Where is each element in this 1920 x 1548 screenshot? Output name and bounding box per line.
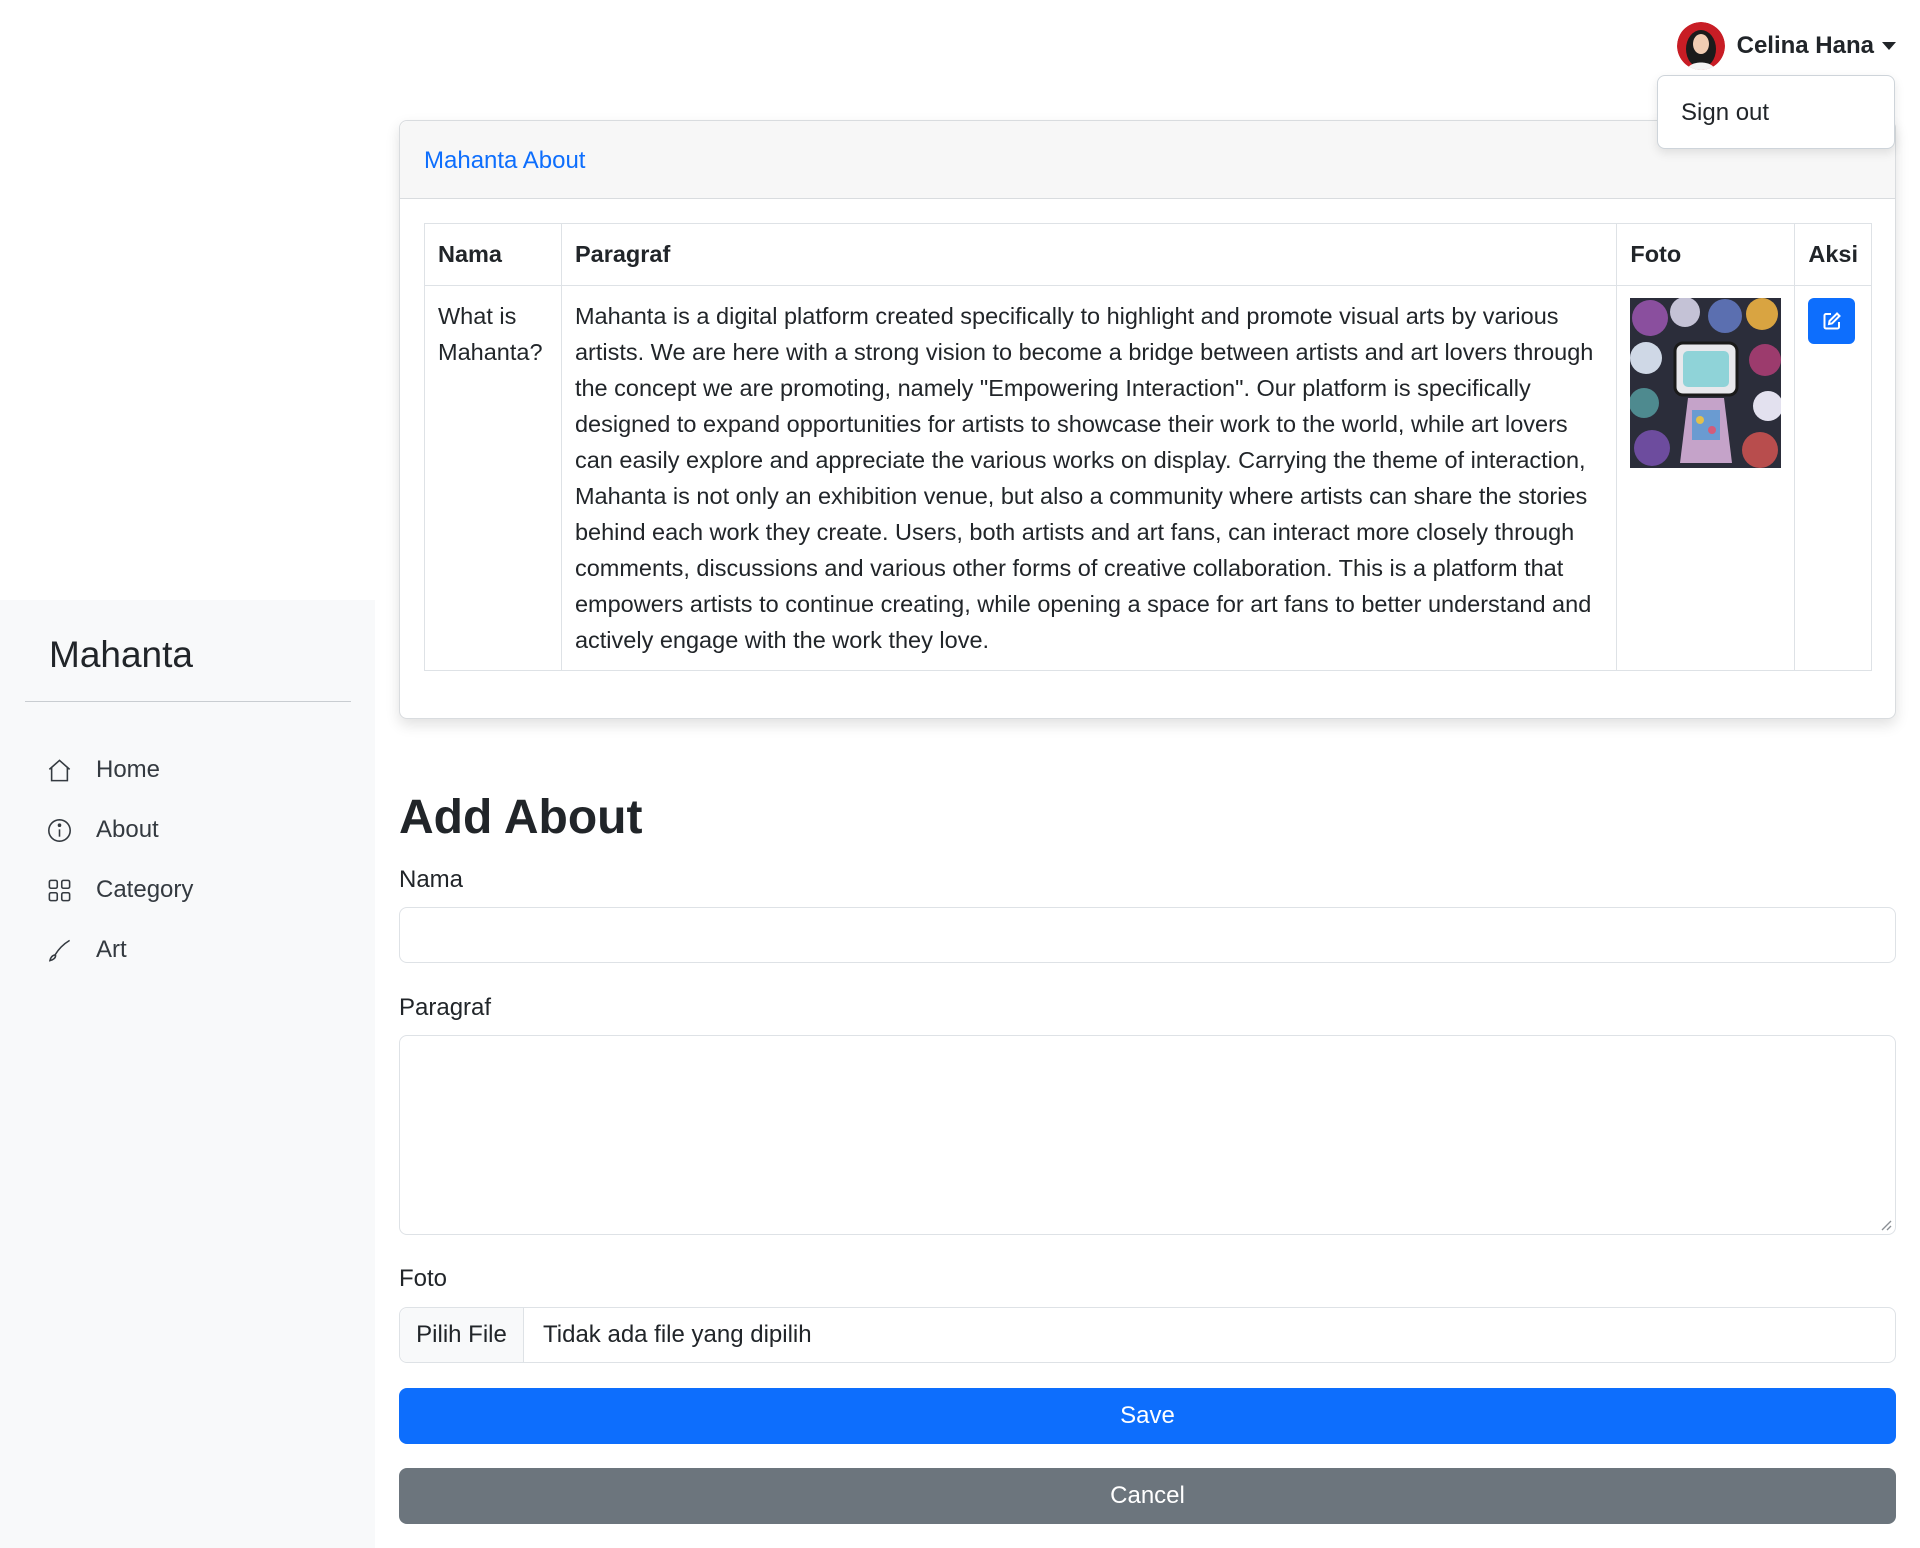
sign-out-link[interactable]: Sign out	[1681, 99, 1769, 127]
user-dropdown-menu: Sign out	[1657, 75, 1895, 149]
table-row: What is Mahanta? Mahanta is a digital pl…	[424, 285, 1872, 671]
column-header-nama: Nama	[424, 223, 562, 286]
foto-file-input[interactable]: Pilih File Tidak ada file yang dipilih	[399, 1307, 1896, 1363]
column-header-paragraf: Paragraf	[560, 223, 1618, 286]
about-table: Nama Paragraf Foto Aksi What is Mahanta?…	[424, 223, 1872, 671]
grid-icon	[48, 879, 71, 901]
brush-icon	[48, 939, 71, 962]
about-card: Mahanta About Nama Paragraf Foto Aksi Wh…	[399, 120, 1896, 719]
table-header-row: Nama Paragraf Foto Aksi	[424, 223, 1872, 286]
sidebar-nav: Home About Category Art	[46, 740, 193, 980]
edit-button[interactable]	[1808, 298, 1856, 344]
sidebar-item-label: Category	[96, 876, 194, 903]
sidebar: Mahanta Home About Category Art	[0, 600, 375, 1548]
cell-nama: What is Mahanta?	[424, 285, 562, 671]
column-header-aksi: Aksi	[1794, 223, 1872, 286]
user-menu-toggle[interactable]: Celina Hana	[1676, 22, 1896, 70]
user-name: Celina Hana	[1736, 32, 1874, 59]
sidebar-item-label: Art	[96, 936, 127, 963]
sidebar-divider	[25, 701, 351, 702]
sidebar-item-label: About	[96, 816, 159, 843]
cell-foto	[1616, 285, 1796, 671]
foto-label: Foto	[399, 1265, 448, 1292]
nama-input[interactable]	[399, 907, 1896, 963]
caret-down-icon	[1882, 42, 1896, 50]
save-button[interactable]: Save	[399, 1388, 1896, 1444]
choose-file-button[interactable]: Pilih File	[400, 1308, 524, 1362]
cell-paragraf: Mahanta is a digital platform created sp…	[560, 285, 1618, 671]
avatar	[1676, 22, 1725, 70]
info-circle-icon	[48, 818, 71, 842]
pencil-square-icon	[1823, 312, 1841, 330]
sidebar-item-about[interactable]: About	[46, 800, 193, 860]
paragraf-label: Paragraf	[399, 994, 492, 1021]
paragraf-textarea[interactable]	[399, 1035, 1896, 1235]
sidebar-item-category[interactable]: Category	[46, 860, 193, 920]
sidebar-item-art[interactable]: Art	[46, 920, 193, 980]
resize-handle-icon[interactable]	[1880, 1219, 1892, 1231]
about-photo	[1630, 298, 1782, 468]
cell-aksi	[1794, 285, 1872, 671]
cancel-button[interactable]: Cancel	[399, 1468, 1896, 1524]
sidebar-item-label: Home	[96, 756, 161, 783]
card-title[interactable]: Mahanta About	[424, 147, 585, 175]
nama-label: Nama	[399, 866, 464, 893]
column-header-foto: Foto	[1616, 223, 1796, 286]
sidebar-item-home[interactable]: Home	[46, 740, 193, 800]
file-status-text: Tidak ada file yang dipilih	[543, 1321, 812, 1348]
sidebar-brand[interactable]: Mahanta	[49, 634, 193, 676]
house-icon	[48, 758, 71, 781]
form-title: Add About	[399, 791, 643, 844]
